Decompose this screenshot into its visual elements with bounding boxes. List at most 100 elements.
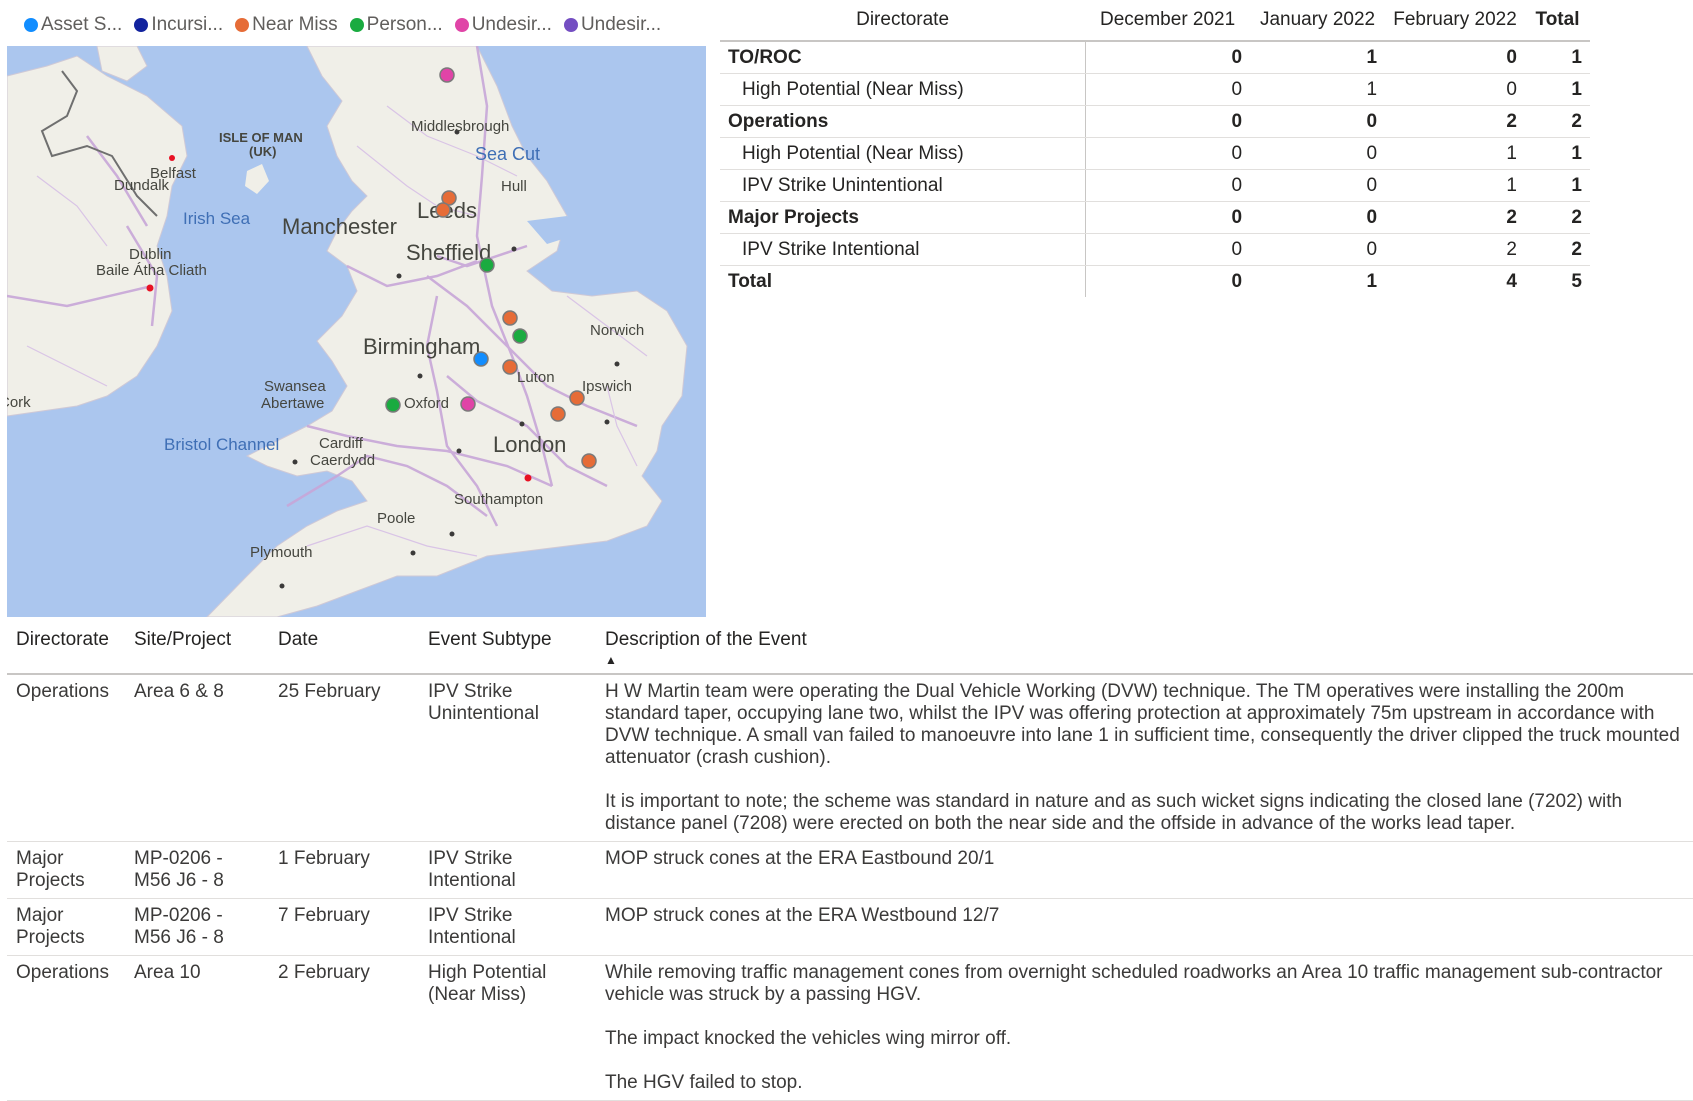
legend-label: Incursi...: [151, 14, 224, 35]
map-label-manchester: Manchester: [282, 214, 397, 239]
map-marker[interactable]: [569, 390, 585, 406]
legend-dot-icon: [24, 18, 38, 32]
legend-label: Near Miss: [252, 14, 338, 35]
matrix-cell: 1: [1366, 270, 1378, 292]
matrix-cell: 0: [1250, 137, 1386, 170]
matrix-row-group[interactable]: Operations 0 0 2 2: [720, 105, 1590, 138]
matrix-cell: 0: [1250, 233, 1386, 266]
matrix-cell: 1: [1250, 73, 1386, 106]
matrix-cell: 2: [1525, 105, 1590, 138]
map-marker[interactable]: [473, 351, 489, 367]
map-label-uk: (UK): [249, 144, 276, 159]
matrix-header-dec-2021[interactable]: December 2021: [1085, 0, 1251, 42]
matrix-cell: 0: [1085, 137, 1251, 170]
map-marker[interactable]: [439, 67, 455, 83]
matrix-cell: 1: [1385, 169, 1525, 202]
legend-item[interactable]: Person...: [349, 14, 443, 36]
matrix-row-child[interactable]: IPV Strike Intentional 0 0 2 2: [720, 233, 1590, 266]
matrix-row-label: Operations: [720, 105, 1086, 138]
matrix-header-feb-2022[interactable]: February 2022: [1385, 0, 1525, 42]
description-paragraph: MOP struck cones at the ERA Eastbound 20…: [605, 848, 995, 869]
detail-header-event-subtype[interactable]: Event Subtype: [419, 623, 596, 675]
map-label-baile: Baile Átha Cliath: [96, 262, 207, 279]
matrix-cell: 2: [1525, 201, 1590, 234]
matrix-cell: 4: [1506, 270, 1517, 292]
matrix-cell: 0: [1250, 169, 1386, 202]
matrix-header-directorate[interactable]: Directorate: [720, 0, 1086, 42]
cell-date: 1 February: [269, 841, 419, 899]
map-marker[interactable]: [581, 453, 597, 469]
table-row[interactable]: Major Projects MP-0206 - M56 J6 - 8 7 Fe…: [7, 898, 1693, 956]
table-row[interactable]: Major Projects MP-0206 - M56 J6 - 8 1 Fe…: [7, 841, 1693, 899]
matrix-cell: 5: [1571, 270, 1582, 292]
matrix-cell: 1: [1525, 73, 1590, 106]
cell-description: MOP struck cones at the ERA Westbound 12…: [596, 898, 1693, 956]
cell-description: While removing traffic management cones …: [596, 955, 1693, 1101]
map-label-cork: Cork: [7, 394, 31, 411]
legend-label: Undesir...: [580, 14, 662, 35]
matrix-row-child[interactable]: High Potential (Near Miss) 0 0 1 1: [720, 137, 1590, 170]
map-label-london: London: [493, 432, 566, 457]
cell-date: 7 February: [269, 898, 419, 956]
matrix-cell: 0: [1085, 169, 1251, 202]
map-marker[interactable]: [479, 257, 495, 273]
matrix-cell: 2: [1385, 233, 1525, 266]
legend-item[interactable]: Asset S...: [24, 14, 122, 36]
table-row[interactable]: Operations Area 6 & 8 25 February IPV St…: [7, 674, 1693, 842]
map-label-norwich: Norwich: [590, 322, 644, 339]
map-label-ipswich: Ipswich: [582, 378, 632, 395]
incident-map[interactable]: Belfast ISLE OF MAN (UK) Middlesbrough S…: [7, 46, 706, 617]
map-marker[interactable]: [502, 310, 518, 326]
cell-site: MP-0206 - M56 J6 - 8: [125, 841, 269, 899]
map-label-cardiff: Cardiff: [319, 435, 364, 452]
legend-item[interactable]: Undesir...: [454, 14, 552, 36]
matrix-cell: 0: [1085, 73, 1251, 106]
cell-subtype: IPV Strike Intentional: [419, 841, 596, 899]
legend-item[interactable]: Near Miss: [235, 14, 338, 36]
detail-header-directorate[interactable]: Directorate: [7, 623, 125, 675]
map-marker[interactable]: [385, 397, 401, 413]
map-label-sheffield: Sheffield: [406, 240, 491, 265]
map-label-bristol-channel: Bristol Channel: [164, 435, 279, 454]
matrix-row-total: Total 0 1 4 5: [720, 265, 1590, 297]
matrix-row-group[interactable]: Major Projects 0 0 2 2: [720, 201, 1590, 234]
map-marker[interactable]: [460, 396, 476, 412]
matrix-row-child[interactable]: IPV Strike Unintentional 0 0 1 1: [720, 169, 1590, 202]
legend-item[interactable]: Incursi...: [134, 14, 223, 36]
map-marker[interactable]: [550, 406, 566, 422]
detail-header-site-project[interactable]: Site/Project: [125, 623, 269, 675]
detail-header-description[interactable]: Description of the Event ▲: [596, 623, 1693, 675]
map-label-middlesbrough: Middlesbrough: [411, 118, 509, 135]
map-label-caerdydd: Caerdydd: [310, 452, 375, 469]
cell-subtype: High Potential (Near Miss): [419, 955, 596, 1101]
matrix-row-child[interactable]: High Potential (Near Miss) 0 1 0 1: [720, 73, 1590, 106]
matrix-header-jan-2022[interactable]: January 2022: [1250, 0, 1386, 42]
map-legend: Asset S... Incursi... Near Miss Person..…: [24, 12, 673, 38]
legend-item[interactable]: Undesir...: [563, 14, 662, 36]
matrix-row-label: Total: [720, 265, 1086, 297]
map-label-oxford: Oxford: [404, 395, 449, 412]
matrix-row-label: IPV Strike Unintentional: [720, 169, 1086, 202]
matrix-cell: 0: [1085, 201, 1251, 234]
map-label-luton: Luton: [517, 369, 555, 386]
matrix-cell: 0: [1250, 201, 1386, 234]
matrix-row-group[interactable]: TO/ROC 0 1 0 1: [720, 41, 1590, 74]
legend-dot-icon: [349, 18, 364, 32]
matrix-cell: 1: [1385, 137, 1525, 170]
cell-subtype: IPV Strike Intentional: [419, 898, 596, 956]
detail-header-date[interactable]: Date: [269, 623, 419, 675]
matrix-header-total[interactable]: Total: [1525, 0, 1590, 42]
cell-description: MOP struck cones at the ERA Eastbound 20…: [596, 841, 1693, 899]
cell-directorate: Major Projects: [7, 898, 125, 956]
map-marker[interactable]: [502, 359, 518, 375]
matrix-cell: 1: [1525, 169, 1590, 202]
table-row[interactable]: Operations Area 10 2 February High Poten…: [7, 955, 1693, 1101]
description-paragraph: It is important to note; the scheme was …: [605, 791, 1623, 834]
description-paragraph: The HGV failed to stop.: [605, 1072, 803, 1093]
description-paragraph: H W Martin team were operating the Dual …: [605, 681, 1680, 768]
map-marker[interactable]: [512, 328, 528, 344]
map-marker[interactable]: [435, 202, 451, 218]
matrix-cell: 1: [1525, 137, 1590, 170]
cell-description: H W Martin team were operating the Dual …: [596, 674, 1693, 842]
matrix-row-label: TO/ROC: [720, 41, 1086, 74]
